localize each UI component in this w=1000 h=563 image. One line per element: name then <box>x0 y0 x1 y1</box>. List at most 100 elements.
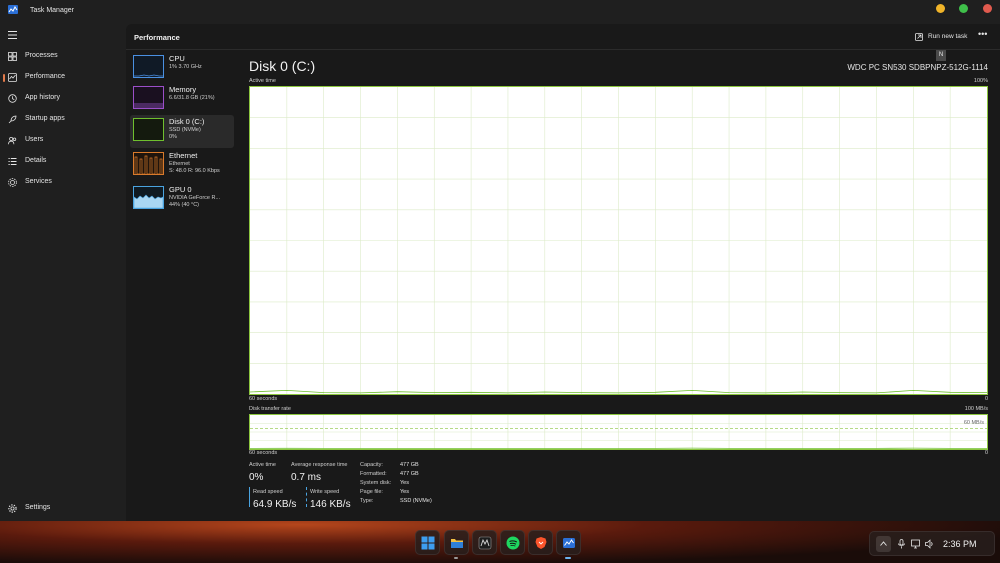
ethernet-thumbnail-graph <box>133 152 164 175</box>
memory-fill <box>134 103 163 108</box>
volume-icon[interactable] <box>925 539 934 549</box>
disk-model: WDC PC SN530 SDBPNPZ-512G-1114 <box>847 63 988 72</box>
task-manager-icon <box>563 538 575 548</box>
property-value: 477 GB <box>400 462 419 468</box>
maximize-button[interactable] <box>959 4 968 13</box>
property-value: 477 GB <box>400 471 419 477</box>
minimize-button[interactable] <box>936 4 945 13</box>
details-icon <box>8 158 17 165</box>
property-value: SSD (NVMe) <box>400 498 432 504</box>
startup-apps-icon <box>8 115 17 124</box>
running-indicator <box>454 557 458 559</box>
chart-plot-area <box>250 87 987 394</box>
chart-plot-area <box>250 415 987 449</box>
perf-item-detail: Ethernet <box>169 161 190 167</box>
transfer-chart-label: Disk transfer rate <box>249 406 291 412</box>
active-time-chart-label: Active time <box>249 78 276 84</box>
sidebar-item-label: App history <box>25 94 61 101</box>
content-header: Performance Run new task ••• <box>126 24 1000 50</box>
response-time-stat-label: Average response time <box>291 462 348 468</box>
taskbar-file-explorer[interactable] <box>444 530 469 555</box>
system-tray: 2:36 PM <box>869 531 995 556</box>
clock[interactable]: 2:36 PM <box>943 539 977 549</box>
taskbar-spotify[interactable] <box>500 530 525 555</box>
perf-item-cpu[interactable]: CPU 1% 3.70 GHz <box>130 52 234 85</box>
perf-item-detail: 44% (40 °C) <box>169 202 200 208</box>
sidebar-item-label: Details <box>25 157 47 164</box>
run-task-icon <box>915 33 923 41</box>
disk-detail-panel: Disk 0 (C:) WDC PC SN530 SDBPNPZ-512G-11… <box>248 52 990 517</box>
users-icon <box>8 136 17 145</box>
spotify-icon <box>506 536 520 550</box>
sidebar-item-label: Startup apps <box>25 115 65 122</box>
perf-item-detail: 1% 3.70 GHz <box>169 64 202 70</box>
perf-item-name: CPU <box>169 54 185 63</box>
read-speed-indicator <box>249 487 250 507</box>
close-button[interactable] <box>983 4 992 13</box>
transfer-chart-time-label: 60 seconds <box>249 450 278 456</box>
game-app-icon <box>478 536 492 550</box>
memory-thumbnail-graph <box>133 86 164 109</box>
sidebar: Processes Performance App history Startu… <box>0 22 126 521</box>
sidebar-item-services[interactable]: Services <box>0 174 126 192</box>
perf-item-memory[interactable]: Memory 6.6/31.8 GB (21%) <box>130 83 234 116</box>
processes-icon <box>8 52 17 61</box>
perf-item-disk[interactable]: Disk 0 (C:) SSD (NVMe) 0% <box>130 115 234 148</box>
perf-item-ethernet[interactable]: Ethernet Ethernet S: 48.0 R: 96.0 Kbps <box>130 149 234 182</box>
property-key: Capacity: <box>360 462 383 468</box>
sidebar-item-users[interactable]: Users <box>0 132 126 150</box>
property-value: Yes <box>400 480 409 486</box>
active-time-chart-min: 0 <box>984 396 988 402</box>
transfer-rate-chart: 60 MB/s <box>249 414 988 450</box>
brave-browser-icon <box>535 537 547 549</box>
gpu-thumbnail-graph <box>133 186 164 209</box>
title-bar: Task Manager <box>0 0 1000 22</box>
property-key: System disk: <box>360 480 392 486</box>
sidebar-item-label: Processes <box>25 52 58 59</box>
property-key: Formatted: <box>360 471 387 477</box>
sidebar-item-startup-apps[interactable]: Startup apps <box>0 111 126 129</box>
write-speed-value: 146 KB/s <box>310 499 351 510</box>
property-key: Page file: <box>360 489 383 495</box>
perf-item-detail: NVIDIA GeForce R... <box>169 195 221 201</box>
taskbar-task-manager[interactable] <box>556 530 581 555</box>
more-options-button[interactable]: ••• <box>978 29 987 39</box>
sidebar-item-app-history[interactable]: App history <box>0 90 126 108</box>
services-icon <box>8 178 17 187</box>
sidebar-item-label: Performance <box>25 73 66 80</box>
taskbar-brave[interactable] <box>528 530 553 555</box>
perf-item-name: Disk 0 (C:) <box>169 117 205 126</box>
performance-icon <box>8 73 17 82</box>
task-manager-window: Task Manager Processes Performance App h… <box>0 0 1000 521</box>
perf-item-name: Ethernet <box>169 151 198 160</box>
gear-icon <box>8 504 17 513</box>
active-time-chart <box>249 86 988 395</box>
sidebar-item-details[interactable]: Details <box>0 153 126 171</box>
transfer-chart-min: 0 <box>984 450 988 456</box>
transfer-chart-max: 100 MB/s <box>964 406 988 412</box>
sidebar-item-processes[interactable]: Processes <box>0 48 126 66</box>
sidebar-item-settings[interactable]: Settings <box>0 500 126 518</box>
transfer-chart-mid-label: 60 MB/s <box>963 420 984 426</box>
taskbar-game-app[interactable] <box>472 530 497 555</box>
running-indicator <box>565 557 571 559</box>
perf-item-detail: SSD (NVMe) <box>169 127 201 133</box>
active-time-chart-time-label: 60 seconds <box>249 396 278 402</box>
microphone-icon[interactable] <box>897 539 906 549</box>
perf-item-gpu[interactable]: GPU 0 NVIDIA GeForce R... 44% (40 °C) <box>130 183 234 216</box>
network-icon[interactable] <box>911 539 920 549</box>
taskbar-apps <box>412 528 588 559</box>
property-key: Type: <box>360 498 374 504</box>
file-explorer-icon <box>451 539 463 548</box>
sidebar-item-performance[interactable]: Performance <box>0 69 126 87</box>
sidebar-item-label: Settings <box>25 504 51 511</box>
show-hidden-icons-button[interactable] <box>876 536 891 552</box>
perf-item-detail: S: 48.0 R: 96.0 Kbps <box>169 168 220 174</box>
hamburger-menu-icon[interactable] <box>8 31 17 39</box>
property-value: Yes <box>400 489 409 495</box>
main-content: Performance Run new task ••• N CPU 1% 3.… <box>126 24 1000 521</box>
active-time-chart-max: 100% <box>973 78 988 84</box>
window-title: Task Manager <box>30 7 74 14</box>
start-button[interactable] <box>415 530 440 555</box>
active-time-stat-value: 0% <box>249 472 264 483</box>
